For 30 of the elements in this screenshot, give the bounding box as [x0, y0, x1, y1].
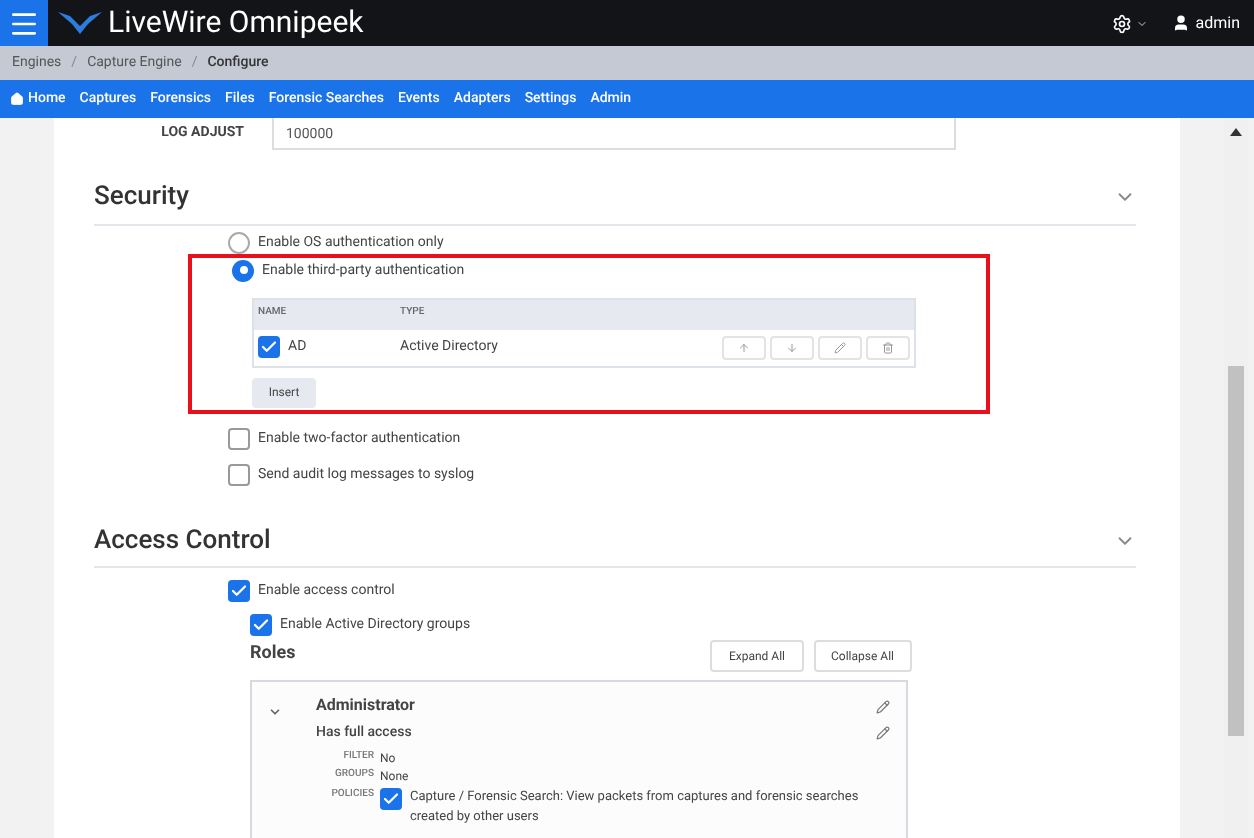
roles-heading: Roles — [250, 642, 296, 669]
home-icon — [10, 92, 24, 106]
section-title: Access Control — [94, 523, 271, 559]
gear-icon — [1111, 13, 1132, 33]
scrollbar-thumb[interactable] — [1228, 366, 1244, 736]
scroll-up-icon[interactable] — [1230, 128, 1242, 136]
edit-icon[interactable] — [876, 699, 890, 713]
checkbox[interactable] — [228, 427, 250, 449]
checkbox[interactable] — [228, 580, 250, 602]
checkbox[interactable] — [228, 463, 250, 485]
pencil-icon — [834, 341, 846, 353]
menu-icon — [8, 7, 40, 39]
caret-icon — [1135, 17, 1148, 29]
trash-icon — [882, 341, 894, 353]
user-menu[interactable]: admin — [1171, 11, 1240, 35]
arrow-down-icon — [786, 341, 798, 353]
checkbox[interactable] — [250, 614, 272, 636]
settings-button[interactable] — [1111, 13, 1148, 33]
logo-icon — [58, 9, 102, 37]
menu-button[interactable] — [0, 0, 48, 46]
role-name: Administrator — [316, 694, 415, 718]
section-title: Security — [94, 180, 189, 216]
radio-button[interactable] — [228, 231, 250, 253]
app-title: LiveWire Omnipeek — [108, 2, 364, 45]
arrow-up-icon — [738, 341, 750, 353]
radio-button[interactable] — [232, 259, 254, 281]
edit-icon[interactable] — [876, 725, 890, 740]
user-icon — [1171, 14, 1190, 32]
checkbox[interactable] — [258, 336, 280, 358]
checkbox[interactable] — [380, 787, 402, 809]
